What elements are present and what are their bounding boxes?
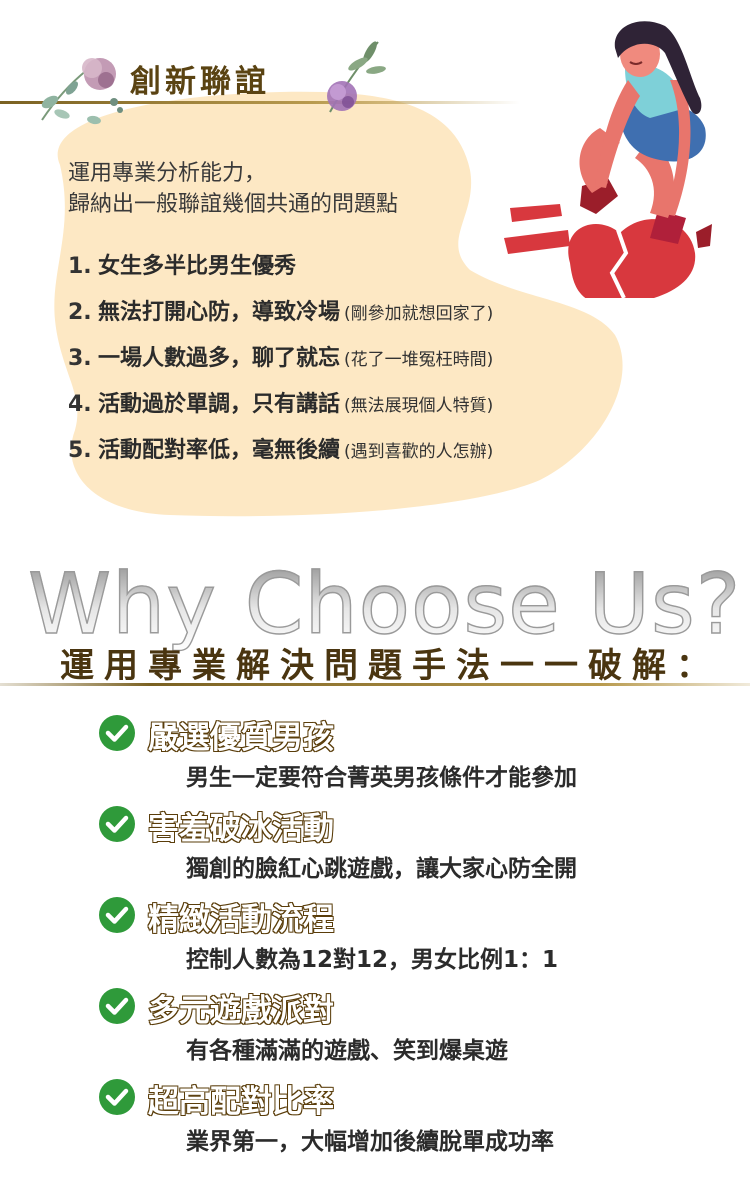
- problem-note: (無法展現個人特質): [344, 396, 494, 416]
- problem-number: 2.: [68, 300, 92, 325]
- feature-desc: 業界第一，大幅增加後續脫單成功率: [186, 1129, 554, 1155]
- feature-desc: 獨創的臉紅心跳遊戲，讓大家心防全開: [186, 856, 577, 882]
- problem-list: 1. 女生多半比男生優秀 2. 無法打開心防，導致冷場 (剛參加就想回家了) 3…: [68, 248, 493, 478]
- problem-number: 1.: [68, 254, 92, 279]
- problem-note: (遇到喜歡的人怎辦): [344, 442, 494, 462]
- flower-right-icon: [327, 41, 386, 113]
- feature-title: 超高配對比率: [147, 1083, 335, 1121]
- problem-number: 5.: [68, 438, 92, 463]
- feature-desc: 有各種滿滿的遊戲、笑到爆桌遊: [186, 1038, 508, 1064]
- problem-note: (剛參加就想回家了): [344, 304, 494, 324]
- feature-desc: 男生一定要符合菁英男孩條件才能參加: [186, 765, 577, 791]
- problem-item: 2. 無法打開心防，導致冷場 (剛參加就想回家了): [68, 294, 493, 340]
- feature-title: 精緻活動流程: [147, 901, 335, 939]
- problem-text: 一場人數過多，聊了就忘: [98, 346, 341, 371]
- intro-text: 運用專業分析能力， 歸納出一般聯誼幾個共通的問題點: [68, 158, 398, 220]
- problem-note: (花了一堆冤枉時間): [344, 350, 494, 370]
- feature-desc: 控制人數為12對12，男女比例1：1: [186, 947, 559, 973]
- problem-item: 3. 一場人數過多，聊了就忘 (花了一堆冤枉時間): [68, 340, 493, 386]
- top-section: 創新聯誼 運用專業分析能力， 歸納出一般聯誼幾個共通的問題點 1. 女生多半比男…: [0, 0, 750, 530]
- problem-item: 1. 女生多半比男生優秀: [68, 248, 493, 294]
- feature-title: 嚴選優質男孩: [147, 719, 335, 757]
- problem-text: 女生多半比男生優秀: [98, 254, 297, 279]
- check-circle-icon: [99, 715, 135, 751]
- problem-text: 活動配對率低，毫無後續: [98, 438, 341, 463]
- solution-divider: [0, 683, 750, 686]
- solution-title: 運用專業解決問題手法一一破解：: [60, 646, 720, 686]
- flower-left-icon: [41, 58, 123, 125]
- check-circle-icon: [99, 988, 135, 1024]
- problem-item: 4. 活動過於單調，只有講話 (無法展現個人特質): [68, 386, 493, 432]
- feature-title: 多元遊戲派對: [147, 992, 335, 1030]
- check-circle-icon: [99, 806, 135, 842]
- problem-text: 無法打開心防，導致冷場: [98, 300, 341, 325]
- problem-item: 5. 活動配對率低，毫無後續 (遇到喜歡的人怎辦): [68, 432, 493, 478]
- feature-title: 害羞破冰活動: [147, 810, 335, 848]
- section-title: 創新聯誼: [130, 64, 270, 100]
- broken-heart-girl-illustration: [504, 21, 712, 298]
- problem-number: 3.: [68, 346, 92, 371]
- check-circle-icon: [99, 897, 135, 933]
- intro-line-2: 歸納出一般聯誼幾個共通的問題點: [68, 192, 399, 217]
- problem-text: 活動過於單調，只有講話: [98, 392, 341, 417]
- problem-number: 4.: [68, 392, 92, 417]
- check-circle-icon: [99, 1079, 135, 1115]
- intro-line-1: 運用專業分析能力，: [68, 161, 267, 186]
